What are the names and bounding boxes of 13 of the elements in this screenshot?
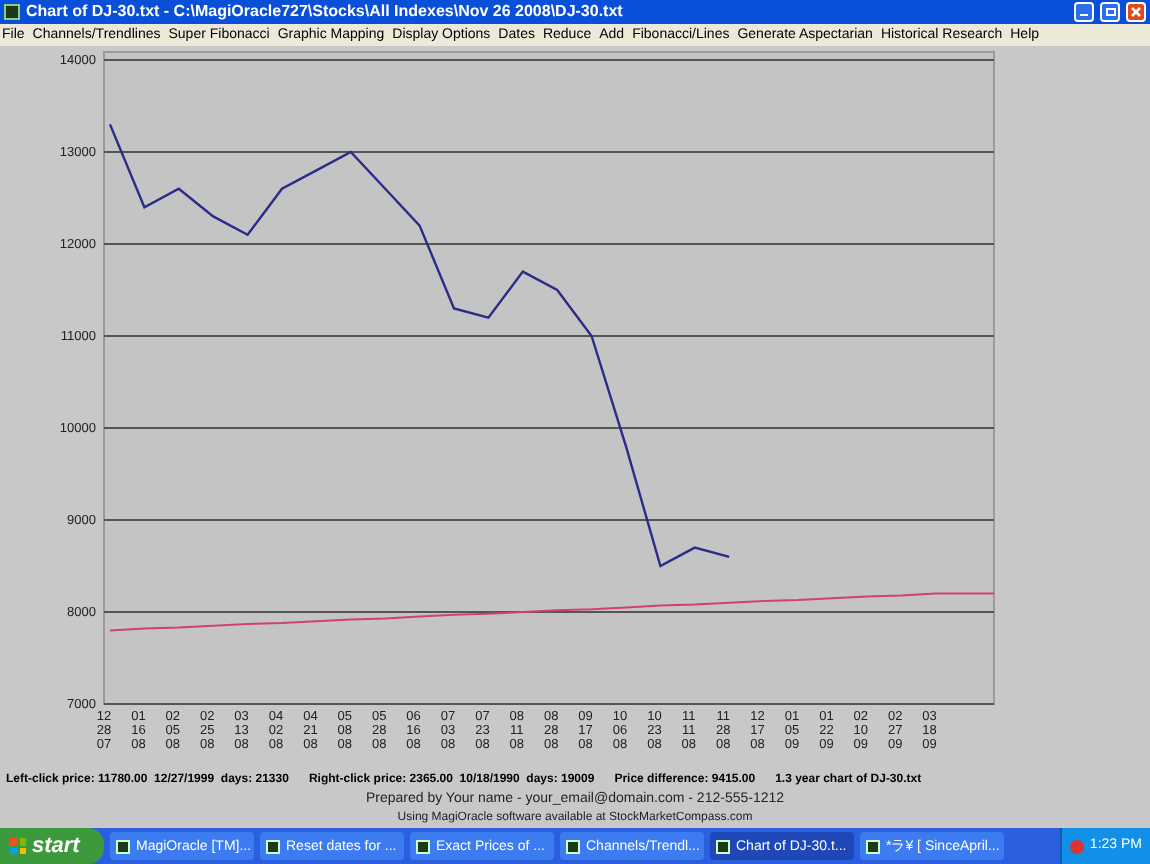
app-icon [4,4,20,20]
maximize-button[interactable] [1100,2,1120,22]
window-icon [416,839,430,853]
windows-logo-icon [10,838,26,854]
window-icon [866,839,880,853]
window-title: Chart of DJ-30.txt - C:\MagiOracle727\Stocks\All Indexes\Nov 26 2008\DJ-30.txt [26,4,625,20]
window-icon [266,839,280,853]
minimize-button[interactable] [1074,2,1094,22]
close-button[interactable] [1126,2,1146,22]
window-icon [566,839,580,853]
start-button[interactable]: start [0,828,104,864]
window-icon [716,839,730,853]
window-icon [116,839,130,853]
